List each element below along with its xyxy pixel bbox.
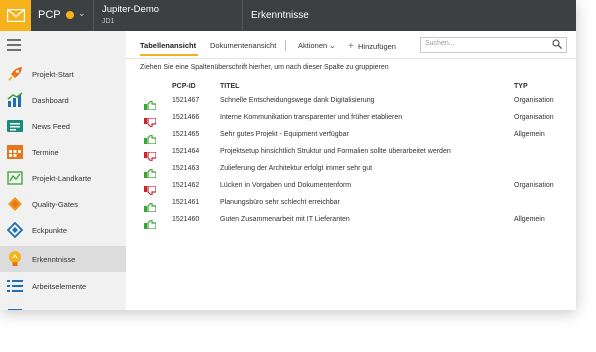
map-icon bbox=[7, 170, 23, 186]
sidebar-item-termine[interactable]: Termine bbox=[0, 139, 126, 165]
search-icon[interactable] bbox=[552, 39, 562, 51]
cell-id: 1521463 bbox=[172, 165, 200, 172]
sidebar-item-label: Projekt-Landkarte bbox=[32, 173, 92, 183]
milestone-icon bbox=[7, 222, 23, 238]
document-icon bbox=[7, 304, 23, 310]
cell-id: 1521460 bbox=[172, 216, 200, 223]
cell-title: Lücken in Vorgaben und Dokumentenform bbox=[220, 182, 352, 189]
plus-icon: + bbox=[348, 41, 354, 52]
sidebar-item-erkenntnisse[interactable]: Erkenntnisse bbox=[0, 246, 126, 272]
sidebar-item-label: Arbeitselemente bbox=[32, 281, 87, 291]
table-row[interactable]: 1521466 Interne Kommunikation transparent… bbox=[126, 110, 576, 128]
project-name: Jupiter-Demo bbox=[102, 4, 160, 15]
quality-gate-icon bbox=[7, 196, 23, 212]
top-bar: PCP ⌄ Jupiter-Demo JD1 Erkenntnisse bbox=[0, 0, 576, 31]
sidebar-item-eckpunkte[interactable]: Eckpunkte bbox=[0, 217, 126, 243]
cell-title: Sehr gutes Projekt - Equipment verfügbar bbox=[220, 131, 349, 138]
sidebar: Projekt-Start Dashboard News Feed Termin… bbox=[0, 31, 126, 310]
add-label: Hinzufügen bbox=[358, 42, 396, 51]
table-row[interactable]: 1521467 Schnelle Entscheidungswege dank D… bbox=[126, 93, 576, 111]
sidebar-item-label: News Feed bbox=[32, 121, 70, 131]
page-title: Erkenntnisse bbox=[251, 10, 309, 21]
table-row[interactable]: 1521462 Lücken in Vorgaben und Dokumenten… bbox=[126, 178, 576, 196]
cell-id: 1521467 bbox=[172, 97, 200, 104]
sidebar-item-arbeitselemente[interactable]: Arbeitselemente bbox=[0, 273, 126, 299]
add-button[interactable]: + Hinzufügen bbox=[348, 41, 396, 52]
table-row[interactable]: 1521461 Planungsbüro sehr schlecht erreic… bbox=[126, 195, 576, 213]
search-input[interactable]: Suchen... bbox=[420, 37, 567, 53]
sidebar-item-label: Dashboard bbox=[32, 95, 69, 105]
chevron-down-icon: ⌄ bbox=[329, 41, 336, 50]
sidebar-item-dashboard[interactable]: Dashboard bbox=[0, 87, 126, 113]
sidebar-item-quality-gates[interactable]: Quality-Gates bbox=[0, 191, 126, 217]
table-row[interactable]: 1521465 Sehr gutes Projekt - Equipment ve… bbox=[126, 127, 576, 145]
active-tab-indicator bbox=[140, 54, 198, 56]
sidebar-item-projekt-landkarte[interactable]: Projekt-Landkarte bbox=[0, 165, 126, 191]
actions-menu-button[interactable]: Aktionen ⌄ bbox=[298, 41, 336, 50]
thumbs-up-icon bbox=[144, 131, 157, 145]
chevron-down-icon[interactable]: ⌄ bbox=[78, 8, 86, 19]
thumbs-up-icon bbox=[144, 165, 157, 179]
table-row[interactable]: 1521463 Zulieferung der Architektur erfol… bbox=[126, 161, 576, 179]
lightbulb-icon bbox=[7, 251, 23, 267]
mail-logo-icon[interactable] bbox=[0, 0, 31, 31]
group-by-hint: Ziehen Sie eine Spaltenüberschrift hierh… bbox=[140, 64, 389, 71]
tab-dokumentenansicht[interactable]: Dokumentenansicht bbox=[210, 41, 276, 50]
project-selector[interactable]: Jupiter-Demo JD1 bbox=[93, 0, 243, 31]
sidebar-item-label: Termine bbox=[32, 147, 59, 157]
cell-id: 1521465 bbox=[172, 131, 200, 138]
project-id: JD1 bbox=[102, 18, 115, 25]
cell-title: Projektsetup hinsichtlich Struktur und F… bbox=[220, 148, 451, 155]
checklist-icon bbox=[7, 278, 23, 294]
dashboard-icon bbox=[7, 92, 23, 108]
main-content: Tabellenansicht Dokumentenansicht Aktion… bbox=[126, 31, 576, 310]
thumbs-up-icon bbox=[144, 97, 157, 111]
status-dot-icon bbox=[66, 11, 74, 19]
app-window: PCP ⌄ Jupiter-Demo JD1 Erkenntnisse Proj… bbox=[0, 0, 576, 310]
cell-id: 1521461 bbox=[172, 199, 200, 206]
tab-tabellenansicht[interactable]: Tabellenansicht bbox=[140, 41, 196, 50]
cell-title: Schnelle Entscheidungswege dank Digitali… bbox=[220, 97, 375, 104]
cell-type: Allgemein bbox=[514, 216, 545, 223]
cell-id: 1521466 bbox=[172, 114, 200, 121]
column-header-title[interactable]: TITEL bbox=[220, 83, 239, 90]
cell-type: Organisation bbox=[514, 97, 554, 104]
calendar-icon bbox=[7, 144, 23, 160]
hamburger-menu-icon[interactable] bbox=[7, 39, 21, 54]
newsfeed-icon bbox=[7, 118, 23, 134]
cell-type: Organisation bbox=[514, 114, 554, 121]
thumbs-down-icon bbox=[144, 114, 157, 128]
cell-title: Zulieferung der Architektur erfolgt imme… bbox=[220, 165, 373, 172]
cell-id: 1521462 bbox=[172, 182, 200, 189]
cell-type: Organisation bbox=[514, 182, 554, 189]
cell-id: 1521464 bbox=[172, 148, 200, 155]
thumbs-down-icon bbox=[144, 148, 157, 162]
sidebar-item-label: Quality-Gates bbox=[32, 199, 78, 209]
rocket-icon bbox=[7, 66, 23, 82]
cell-title: Interne Kommunikation transparenter und … bbox=[220, 114, 403, 121]
thumbs-up-icon bbox=[144, 199, 157, 213]
thumbs-down-icon bbox=[144, 182, 157, 196]
search-placeholder: Suchen... bbox=[425, 40, 455, 47]
table-row[interactable]: 1521464 Projektsetup hinsichtlich Struktu… bbox=[126, 144, 576, 162]
sidebar-item-label: Erkenntnisse bbox=[32, 254, 76, 264]
toolbar-divider-line bbox=[126, 58, 576, 59]
column-header-id[interactable]: PCP-ID bbox=[172, 83, 196, 90]
sidebar-item-projekt-start[interactable]: Projekt-Start bbox=[0, 61, 126, 87]
toolbar-divider bbox=[285, 40, 286, 51]
column-header-type[interactable]: TYP bbox=[514, 83, 528, 90]
table-row[interactable]: 1521460 Guten Zusammenarbeit mit IT Liefe… bbox=[126, 212, 576, 230]
cell-type: Allgemein bbox=[514, 131, 545, 138]
sidebar-item-label: Eckpunkte bbox=[32, 225, 68, 235]
actions-label: Aktionen bbox=[298, 41, 328, 50]
sidebar-item-partial[interactable] bbox=[0, 299, 126, 310]
sidebar-item-label: Projekt-Start bbox=[32, 69, 74, 79]
cell-title: Planungsbüro sehr schlecht erreichbar bbox=[220, 199, 340, 206]
cell-title: Guten Zusammenarbeit mit IT Lieferanten bbox=[220, 216, 350, 223]
sidebar-item-news-feed[interactable]: News Feed bbox=[0, 113, 126, 139]
thumbs-up-icon bbox=[144, 216, 157, 230]
app-brand: PCP bbox=[38, 9, 61, 21]
